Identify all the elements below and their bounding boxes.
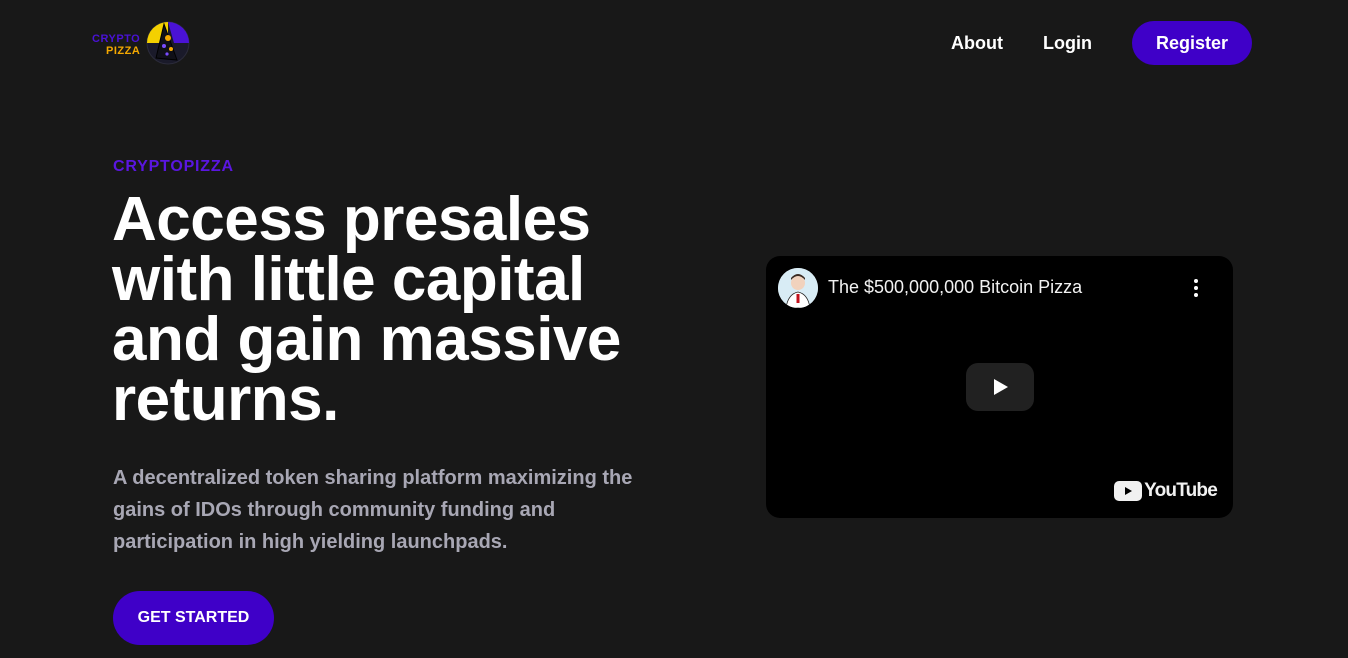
avatar-icon xyxy=(778,268,818,308)
logo-link[interactable]: CRYPTO PIZZA xyxy=(92,19,196,67)
channel-avatar[interactable] xyxy=(778,268,818,308)
video-title[interactable]: The $500,000,000 Bitcoin Pizza xyxy=(828,277,1082,298)
youtube-logo[interactable]: YouTube xyxy=(1114,480,1218,502)
landing-page: CRYPTO PIZZA About Login Register CRYPTO… xyxy=(0,0,1348,658)
register-button[interactable]: Register xyxy=(1132,21,1252,65)
hero-eyebrow: CRYPTOPIZZA xyxy=(113,158,234,175)
hero-subtext: A decentralized token sharing platform m… xyxy=(113,467,633,553)
site-header: CRYPTO PIZZA About Login Register xyxy=(0,0,1348,86)
play-button[interactable] xyxy=(966,363,1034,411)
logo-line1: CRYPTO xyxy=(92,33,141,45)
nav-login-link[interactable]: Login xyxy=(1043,33,1092,54)
kebab-menu-icon[interactable] xyxy=(1187,279,1205,299)
nav-about-link[interactable]: About xyxy=(951,33,1003,54)
youtube-icon xyxy=(1114,481,1143,501)
logo-wordmark: CRYPTO PIZZA xyxy=(92,33,140,57)
logo-mark-icon xyxy=(146,21,190,65)
main-nav: About Login Register xyxy=(951,21,1252,65)
video-embed[interactable]: The $500,000,000 Bitcoin Pizza YouTube xyxy=(766,256,1233,518)
get-started-button[interactable]: GET STARTED xyxy=(113,591,274,645)
youtube-wordmark: YouTube xyxy=(1144,480,1218,501)
hero-headline: Access presales with little capital and … xyxy=(112,185,621,434)
logo-line2: PIZZA xyxy=(106,45,141,57)
play-icon xyxy=(994,379,1008,395)
